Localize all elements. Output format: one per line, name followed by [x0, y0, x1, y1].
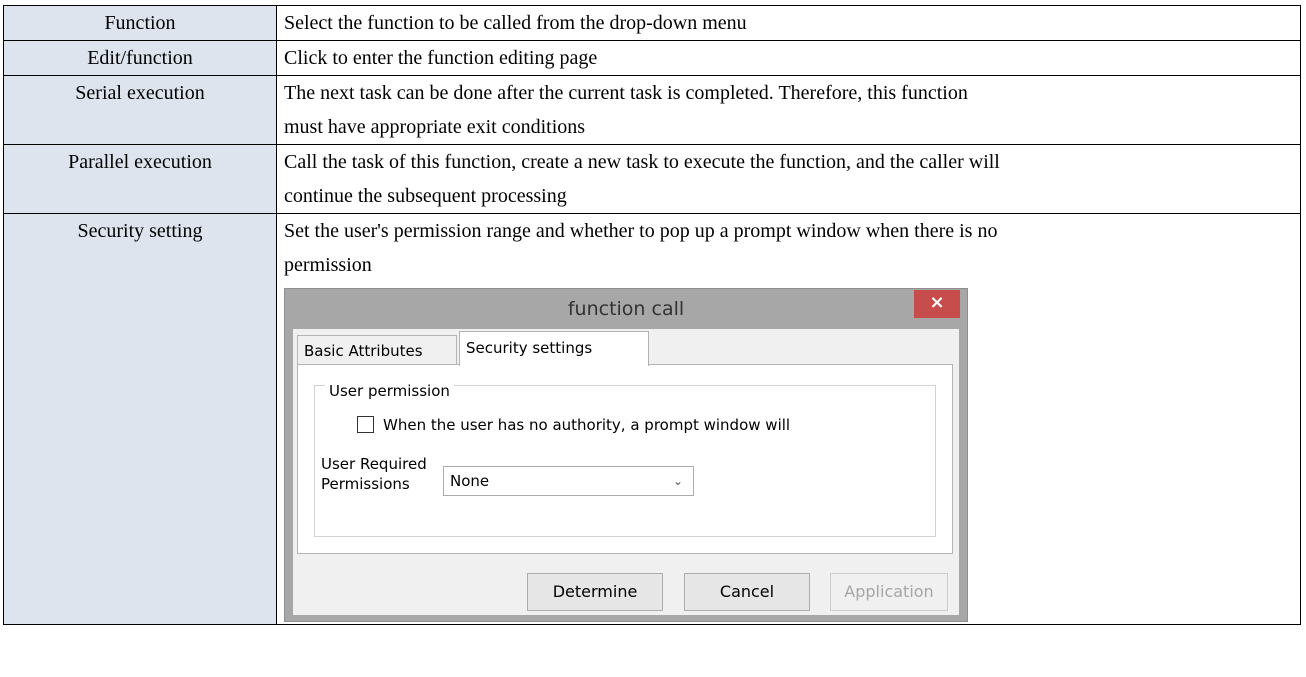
checkbox-label: When the user has no authority, a prompt…	[383, 416, 791, 434]
description-line: Click to enter the function editing page	[284, 47, 598, 69]
permissions-label: User Required Permissions	[321, 455, 427, 493]
row-description: Call the task of this function, create a…	[276, 144, 1301, 214]
description-line: permission	[284, 254, 372, 276]
row-name: Serial execution	[3, 75, 277, 145]
row-description: The next task can be done after the curr…	[276, 75, 1301, 145]
user-permission-group: User permission When the user has no aut…	[314, 374, 936, 537]
tab-panel: User permission When the user has no aut…	[297, 364, 953, 554]
function-call-dialog: function call × Basic Attributes Securit…	[284, 288, 968, 622]
row-name: Parallel execution	[3, 144, 277, 214]
table-row: Edit/function Click to enter the functio…	[3, 40, 1301, 76]
parameter-table: Function Select the function to be calle…	[3, 5, 1301, 625]
close-icon[interactable]: ×	[914, 290, 960, 318]
dialog-title: function call	[567, 298, 685, 320]
description-line: must have appropriate exit conditions	[284, 116, 586, 138]
row-description: Click to enter the function editing page	[276, 40, 1301, 76]
permissions-value: None	[450, 472, 490, 490]
description-line: continue the subsequent processing	[284, 185, 567, 207]
permissions-select[interactable]: None ⌄	[443, 466, 694, 496]
description-line: The next task can be done after the curr…	[284, 82, 968, 104]
table-row: Security setting Set the user's permissi…	[3, 213, 1301, 625]
dialog-screenshot: function call × Basic Attributes Securit…	[284, 288, 1296, 624]
table-row: Serial execution The next task can be do…	[3, 75, 1301, 145]
description-line: Set the user's permission range and whet…	[284, 220, 998, 242]
row-description: Set the user's permission range and whet…	[276, 213, 1301, 625]
cancel-button[interactable]: Cancel	[684, 573, 810, 611]
determine-button[interactable]: Determine	[527, 573, 663, 611]
description-line: Select the function to be called from th…	[284, 12, 747, 34]
table-row: Parallel execution Call the task of this…	[3, 144, 1301, 214]
application-button[interactable]: Application	[830, 573, 948, 611]
tab-security-settings[interactable]: Security settings	[459, 331, 649, 366]
tab-basic-attributes[interactable]: Basic Attributes	[297, 335, 457, 365]
description-line: Call the task of this function, create a…	[284, 151, 1000, 173]
prompt-window-option[interactable]: When the user has no authority, a prompt…	[357, 408, 790, 442]
dialog-body: Basic Attributes Security settings User …	[293, 329, 959, 615]
chevron-down-icon: ⌄	[672, 474, 683, 488]
group-title: User permission	[325, 374, 454, 408]
row-name: Security setting	[3, 213, 277, 625]
table-row: Function Select the function to be calle…	[3, 5, 1301, 41]
prompt-window-checkbox[interactable]	[357, 416, 374, 433]
row-name: Function	[3, 5, 277, 41]
row-description: Select the function to be called from th…	[276, 5, 1301, 41]
row-name: Edit/function	[3, 40, 277, 76]
